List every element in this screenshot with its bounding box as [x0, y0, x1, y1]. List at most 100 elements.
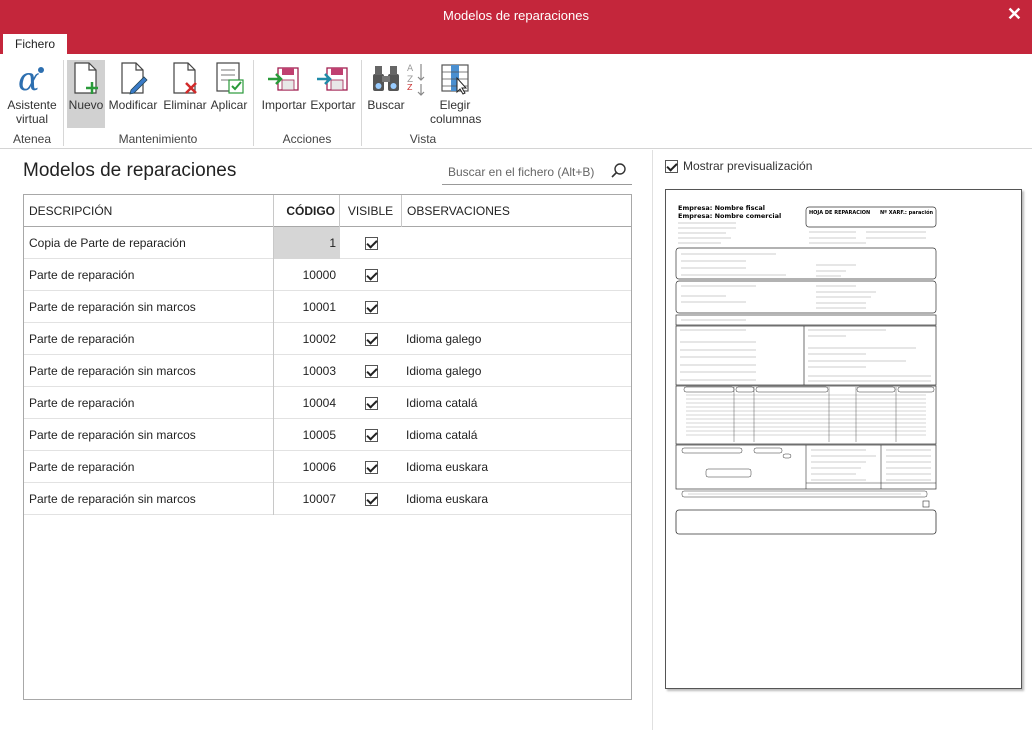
cell-descripcion: Parte de reparación [24, 451, 274, 483]
cell-visible [340, 227, 402, 259]
elegir-label-1: Elegir [439, 98, 471, 112]
table-row[interactable]: Parte de reparación 10004 Idioma catalá [24, 387, 631, 419]
cell-observaciones: Idioma galego [406, 332, 482, 346]
binoculars-icon [368, 60, 404, 96]
cell-visible [340, 323, 402, 355]
table-row[interactable]: Parte de reparación 10000 [24, 259, 631, 291]
preview-empresa-comercial: Empresa: Nombre comercial [678, 212, 781, 220]
cell-observaciones: Idioma euskara [406, 460, 489, 474]
asistente-label-1: Asistente [7, 98, 57, 112]
column-header-codigo[interactable]: CÓDIGO [274, 195, 340, 227]
column-header-observaciones[interactable]: OBSERVACIONES [402, 195, 631, 227]
column-header-descripcion[interactable]: DESCRIPCIÓN [24, 195, 274, 227]
preview-hoja: HOJA DE REPARACION [809, 210, 870, 216]
asistente-label-2: virtual [15, 112, 48, 126]
cell-visible [340, 355, 402, 387]
table-row[interactable]: Parte de reparación sin marcos 10001 [24, 291, 631, 323]
cell-visible [340, 451, 402, 483]
atenea-icon: α [14, 60, 50, 98]
svg-text:Z: Z [407, 83, 413, 92]
cell-descripcion: Parte de reparación sin marcos [24, 419, 274, 451]
preview-toggle[interactable]: Mostrar previsualización [665, 159, 812, 174]
exportar-label: Exportar [310, 98, 356, 112]
ribbon-separator [253, 60, 254, 146]
sort-az-icon: AZZ [406, 60, 428, 96]
page-title: Modelos de reparaciones [23, 160, 237, 181]
title-bar: Modelos de reparaciones ✕ [0, 0, 1032, 32]
eliminar-label: Eliminar [163, 98, 207, 112]
visible-checkbox[interactable] [364, 301, 378, 315]
cell-visible [340, 419, 402, 451]
group-atenea: Atenea [12, 132, 52, 146]
tab-fichero[interactable]: Fichero [3, 34, 67, 54]
ribbon-separator [63, 60, 64, 146]
buscar-label: Buscar [367, 98, 405, 112]
cell-codigo: 10006 [302, 460, 336, 474]
cell-descripcion: Parte de reparación [24, 323, 274, 355]
nuevo-label: Nuevo [68, 98, 104, 112]
visible-checkbox[interactable] [364, 461, 378, 475]
group-vista: Vista [409, 132, 437, 146]
cell-codigo: 10007 [302, 492, 336, 506]
nuevo-button[interactable]: Nuevo [67, 60, 105, 128]
pane-divider [652, 150, 653, 730]
modificar-label: Modificar [108, 98, 158, 112]
table-row[interactable]: Parte de reparación 10006 Idioma euskara [24, 451, 631, 483]
table-row[interactable]: Parte de reparación sin marcos 10003 Idiom… [24, 355, 631, 387]
search-input[interactable]: Buscar en el fichero (Alt+B) [442, 158, 632, 185]
cell-observaciones: Idioma catalá [406, 428, 478, 442]
importar-button[interactable]: Importar [258, 60, 310, 112]
new-document-icon [68, 60, 104, 96]
delete-document-icon [167, 60, 203, 96]
asistente-virtual-button[interactable]: α Asistente virtual [4, 60, 60, 126]
column-header-visible[interactable]: VISIBLE [340, 195, 402, 227]
buscar-button[interactable]: Buscar [366, 60, 406, 112]
cell-codigo: 10003 [302, 364, 336, 378]
visible-checkbox[interactable] [364, 333, 378, 347]
apply-document-icon [211, 60, 247, 96]
preview-checkbox[interactable] [665, 160, 678, 174]
aplicar-button[interactable]: Aplicar [209, 60, 249, 112]
cell-visible [340, 483, 402, 515]
visible-checkbox[interactable] [364, 365, 378, 379]
cell-observaciones: Idioma catalá [406, 396, 478, 410]
group-acciones: Acciones [282, 132, 332, 146]
cell-descripcion: Parte de reparación sin marcos [24, 483, 274, 515]
visible-checkbox[interactable] [364, 493, 378, 507]
cell-codigo: 10001 [302, 300, 336, 314]
columns-icon [437, 60, 473, 96]
ribbon-separator [361, 60, 362, 146]
table-row[interactable]: Parte de reparación 10002 Idioma galego [24, 323, 631, 355]
cell-visible [340, 387, 402, 419]
ribbon: α Asistente virtual Atenea Nuevo Modific… [0, 54, 1032, 149]
modificar-button[interactable]: Modificar [107, 60, 159, 112]
elegir-columnas-button[interactable]: Elegir columnas [430, 60, 482, 126]
edit-document-icon [115, 60, 151, 96]
cell-codigo: 10005 [302, 428, 336, 442]
cell-observaciones [402, 227, 631, 259]
preview-nxarf: Nº XARF.: paración [880, 209, 934, 216]
cell-visible [340, 291, 402, 323]
cell-descripcion: Parte de reparación [24, 259, 274, 291]
cell-codigo: 10002 [302, 332, 336, 346]
sort-button[interactable]: AZZ [406, 60, 428, 98]
cell-codigo: 10004 [302, 396, 336, 410]
table-row[interactable]: Parte de reparación sin marcos 10005 Idiom… [24, 419, 631, 451]
exportar-button[interactable]: Exportar [310, 60, 356, 112]
visible-checkbox[interactable] [364, 429, 378, 443]
search-icon[interactable] [610, 162, 628, 180]
cell-descripcion: Parte de reparación sin marcos [24, 355, 274, 387]
close-icon[interactable]: ✕ [1007, 4, 1022, 25]
table-row[interactable]: Parte de reparación sin marcos 10007 Idiom… [24, 483, 631, 515]
visible-checkbox[interactable] [364, 269, 378, 283]
document-preview: Empresa: Nombre fiscal Empresa: Nombre c… [665, 189, 1022, 689]
export-icon [315, 60, 351, 96]
import-icon [266, 60, 302, 96]
cell-descripcion: Parte de reparación [24, 387, 274, 419]
eliminar-button[interactable]: Eliminar [162, 60, 208, 112]
table-row[interactable]: Copia de Parte de reparación 1 [24, 227, 631, 259]
visible-checkbox[interactable] [364, 397, 378, 411]
cell-observaciones: Idioma euskara [406, 492, 489, 506]
visible-checkbox[interactable] [364, 237, 378, 251]
elegir-label-2: columnas [430, 112, 482, 126]
